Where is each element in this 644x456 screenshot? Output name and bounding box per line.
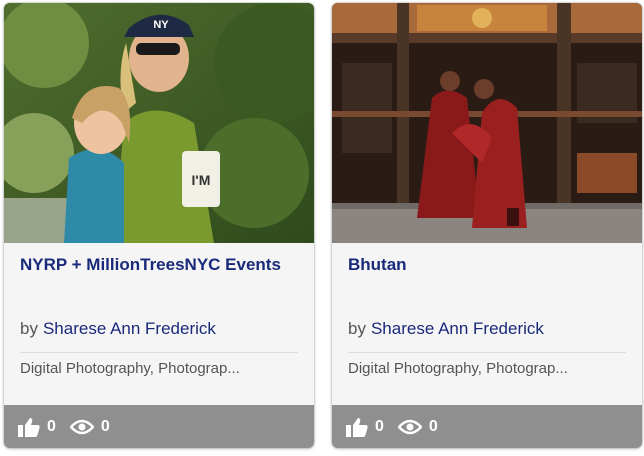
project-thumbnail[interactable]: NY I'M: [4, 3, 314, 243]
views-count: 0: [100, 417, 110, 435]
project-fields: Digital Photography, Photograp...: [20, 360, 240, 377]
by-label: by: [348, 319, 366, 338]
thumbs-up-icon: [18, 417, 40, 437]
svg-text:NY: NY: [153, 19, 169, 31]
stats-bar: 0 0: [332, 405, 642, 448]
eye-icon: [69, 419, 94, 434]
appreciations-count: 0: [47, 417, 56, 435]
eye-icon: [397, 419, 422, 434]
project-card[interactable]: Bhutan by Sharese Ann Frederick Digital P…: [332, 3, 642, 448]
by-label: by: [20, 319, 38, 338]
appreciations-stat: 0: [346, 417, 384, 437]
project-thumbnail[interactable]: [332, 3, 642, 243]
thumbs-up-icon: [346, 417, 368, 437]
stats-bar: 0 0: [4, 405, 314, 448]
views-count: 0: [428, 417, 438, 435]
divider: [20, 352, 298, 353]
appreciations-count: 0: [375, 417, 384, 435]
project-title-link[interactable]: Bhutan: [348, 253, 628, 277]
divider: [348, 352, 626, 353]
byline: by Sharese Ann Frederick: [20, 319, 310, 339]
appreciations-stat: 0: [18, 417, 56, 437]
byline: by Sharese Ann Frederick: [348, 319, 638, 339]
photo-monks-bhutan: [332, 3, 642, 243]
svg-text:I'M: I'M: [192, 172, 211, 188]
author-link[interactable]: Sharese Ann Frederick: [371, 319, 544, 338]
views-stat: 0: [69, 417, 110, 436]
views-stat: 0: [397, 417, 438, 436]
project-fields: Digital Photography, Photograp...: [348, 360, 568, 377]
project-title-link[interactable]: NYRP + MillionTreesNYC Events: [20, 253, 300, 277]
author-link[interactable]: Sharese Ann Frederick: [43, 319, 216, 338]
project-card[interactable]: NY I'M NYRP + MillionTreesNYC Events by S…: [4, 3, 314, 448]
photo-woman-and-girl: NY I'M: [4, 3, 314, 243]
